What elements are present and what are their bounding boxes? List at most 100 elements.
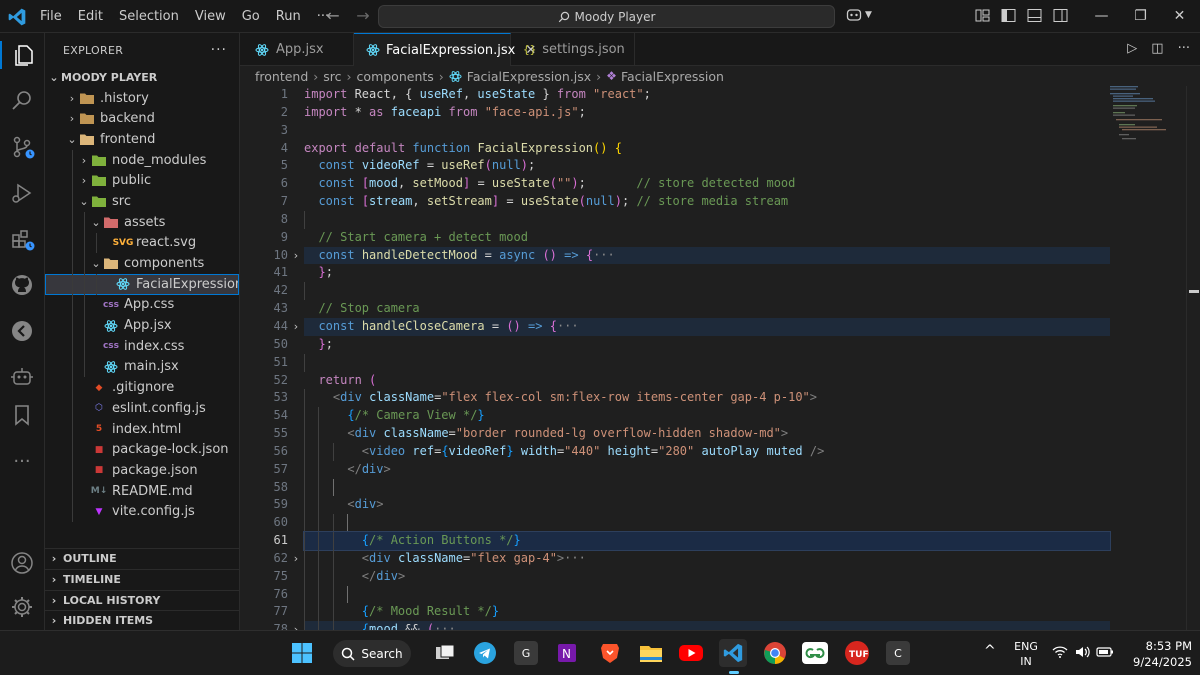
more-activity-icon[interactable]: ··· — [8, 447, 36, 475]
code-line[interactable]: import * as faceapi from "face-api.js"; — [304, 104, 1110, 122]
run-code-icon[interactable]: ▷ — [1127, 41, 1137, 56]
code-lines[interactable]: import React, { useRef, useState } from … — [303, 86, 1111, 630]
task-view-icon[interactable] — [431, 639, 459, 667]
code-line[interactable]: <div> — [304, 496, 1110, 515]
section-hidden-items[interactable]: › HIDDEN ITEMS — [45, 610, 239, 630]
code-line[interactable]: }; — [304, 336, 1110, 354]
code-line[interactable]: const handleDetectMood = async () => {··… — [304, 246, 1110, 265]
tab-app-jsx[interactable]: App.jsx — [240, 33, 354, 66]
explorer-more-icon[interactable]: ··· — [211, 42, 227, 58]
breadcrumb-symbol[interactable]: FacialExpression — [621, 69, 724, 84]
split-editor-icon[interactable]: ◫ — [1151, 41, 1163, 56]
c-app-icon[interactable]: C — [886, 641, 910, 665]
arrow-right-icon[interactable]: → — [352, 6, 374, 25]
system-tray[interactable] — [1052, 645, 1114, 659]
breadcrumb-frontend[interactable]: frontend — [255, 69, 308, 84]
code-line[interactable]: </div> — [304, 460, 1110, 479]
testing-activity[interactable] — [8, 363, 36, 391]
tree-item-index-html[interactable]: 5 index.html — [45, 418, 239, 440]
tree-item-frontend[interactable]: ⌄ frontend — [45, 129, 239, 150]
taskbar-search[interactable]: Search — [333, 640, 411, 667]
tree-item-history[interactable]: › .history — [45, 88, 239, 109]
tree-item-package-json[interactable]: ■ package.json — [45, 460, 239, 481]
tree-item-gitignore[interactable]: ◆ .gitignore — [45, 377, 239, 398]
chrome-icon[interactable] — [761, 639, 789, 667]
clock[interactable]: 8:53 PM 9/24/2025 — [1122, 638, 1192, 670]
tree-item-src[interactable]: ⌄ src — [45, 191, 239, 212]
search-activity[interactable] — [8, 87, 36, 115]
code-line[interactable]: </div> — [304, 567, 1110, 586]
youtube-icon[interactable] — [677, 639, 705, 667]
code-line[interactable]: <div className="border rounded-lg overfl… — [304, 425, 1110, 443]
breadcrumb-src[interactable]: src — [323, 69, 341, 84]
code-line[interactable]: {/* Camera View */} — [304, 407, 1110, 426]
customize-layout-icon[interactable] — [974, 7, 991, 24]
menu-view[interactable]: View — [187, 0, 234, 33]
code-line[interactable] — [304, 282, 1110, 301]
github-activity[interactable] — [8, 271, 36, 299]
geeksforgeeks-icon[interactable] — [802, 642, 828, 664]
code-line[interactable]: // Stop camera — [304, 300, 1110, 318]
tree-item-facialexpression-jsx[interactable]: FacialExpression.jsx — [45, 273, 239, 295]
code-line[interactable] — [304, 478, 1110, 497]
brave-browser-icon[interactable] — [596, 639, 624, 667]
tree-item-app-jsx[interactable]: App.jsx — [45, 315, 239, 336]
vertical-scrollbar[interactable] — [1186, 86, 1200, 630]
code-line[interactable]: export default function FacialExpression… — [304, 140, 1110, 158]
menu-edit[interactable]: Edit — [70, 0, 111, 33]
tuf-icon[interactable]: TUF — [843, 639, 871, 667]
project-root[interactable]: ⌄ MOODY PLAYER — [45, 67, 239, 88]
accounts-activity[interactable] — [8, 549, 36, 577]
code-line[interactable]: return ( — [304, 372, 1110, 390]
input-language[interactable]: ENG IN — [1010, 639, 1042, 669]
code-line[interactable]: import React, { useRef, useState } from … — [304, 86, 1110, 104]
tree-item-components[interactable]: ⌄ components — [45, 253, 239, 274]
section-outline[interactable]: › OUTLINE — [45, 548, 239, 569]
fold-chevron-icon[interactable]: › — [288, 247, 304, 265]
breadcrumb-file[interactable]: FacialExpression.jsx — [467, 69, 591, 84]
breadcrumb-components[interactable]: components — [357, 69, 434, 84]
tree-item-public[interactable]: › public — [45, 170, 239, 192]
fold-chevron-icon[interactable]: › — [288, 621, 304, 630]
copilot-button[interactable]: ▼ — [846, 8, 872, 22]
minimize-icon[interactable]: — — [1082, 0, 1121, 33]
code-line[interactable]: const handleCloseCamera = () => {··· — [304, 317, 1110, 336]
fold-chevron-icon[interactable]: › — [288, 318, 304, 336]
code-line[interactable]: <div className="flex flex-col sm:flex-ro… — [304, 389, 1110, 408]
remote-explorer-activity[interactable] — [8, 317, 36, 345]
code-line[interactable]: {mood && (··· — [304, 621, 1110, 630]
arrow-left-icon[interactable]: ← — [322, 6, 344, 25]
file-explorer-icon[interactable] — [637, 639, 665, 667]
tree-item-node-modules[interactable]: › node_modules — [45, 149, 239, 171]
code-line[interactable] — [304, 210, 1110, 229]
fold-chevron-icon[interactable]: › — [288, 550, 304, 568]
tree-item-react-svg[interactable]: SVG react.svg — [45, 232, 239, 254]
tree-item-eslint-config-js[interactable]: ⬡ eslint.config.js — [45, 398, 239, 419]
toggle-panel-icon[interactable] — [1026, 7, 1043, 24]
tree-item-main-jsx[interactable]: main.jsx — [45, 356, 239, 378]
code-editor[interactable]: 1 2 3 4 5 6 7 8 9 10 41 42 43 44 50 51 52 53 54 55 56 57 58 59 6… — [240, 86, 1200, 630]
tree-item-index-css[interactable]: css index.css — [45, 335, 239, 357]
tab-facialexpression-jsx[interactable]: FacialExpression.jsx ✕ — [354, 33, 536, 66]
tree-item-backend[interactable]: › backend — [45, 108, 239, 129]
bookmarks-activity[interactable] — [8, 401, 36, 429]
source-control-activity[interactable] — [8, 133, 36, 161]
more-actions-icon[interactable]: ··· — [1178, 41, 1190, 56]
onenote-icon[interactable]: N — [553, 639, 581, 667]
code-line[interactable]: const [stream, setStream] = useState(nul… — [304, 193, 1110, 211]
code-line[interactable]: const videoRef = useRef(null); — [304, 157, 1110, 175]
tray-chevron-icon[interactable]: ^ — [984, 643, 996, 659]
menu-selection[interactable]: Selection — [111, 0, 187, 33]
code-line[interactable]: <video ref={videoRef} width="440" height… — [304, 442, 1110, 461]
tree-item-app-css[interactable]: css App.css — [45, 294, 239, 316]
tab-settings-json[interactable]: {} settings.json — [511, 33, 635, 66]
toggle-secondary-sidebar-icon[interactable] — [1052, 7, 1069, 24]
restore-icon[interactable]: ❐ — [1121, 0, 1160, 33]
code-line[interactable] — [304, 514, 1110, 533]
code-line[interactable]: {/* Action Buttons */} — [303, 531, 1111, 551]
tree-item-readme-md[interactable]: M↓ README.md — [45, 480, 239, 502]
code-line[interactable] — [304, 585, 1110, 604]
command-center-search[interactable]: Moody Player — [378, 5, 835, 28]
manage-activity[interactable] — [8, 593, 36, 621]
code-line[interactable]: const [mood, setMood] = useState(""); //… — [304, 175, 1110, 193]
